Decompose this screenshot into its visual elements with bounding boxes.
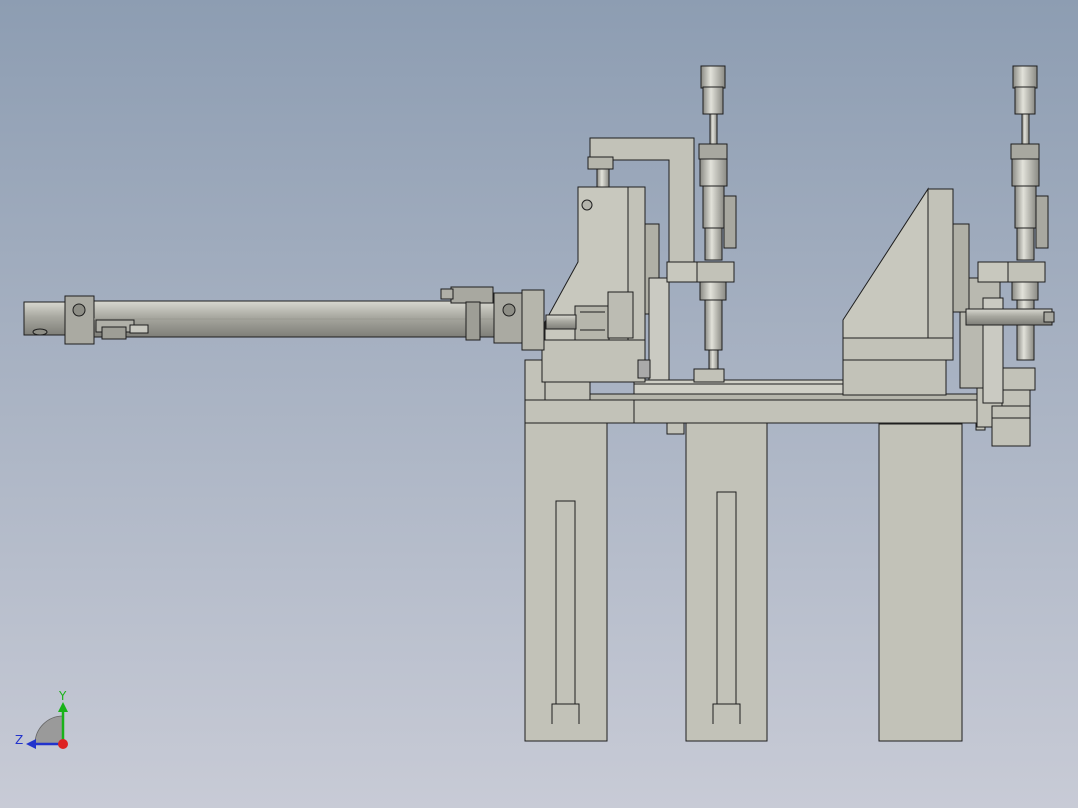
y-axis-label: Y [58, 689, 67, 703]
support-leg-left[interactable] [524, 422, 608, 742]
x-axis-dot [58, 739, 68, 749]
cad-viewport[interactable]: Y Z [0, 0, 1078, 808]
z-axis-label: Z [15, 733, 23, 747]
support-leg-right[interactable] [878, 423, 963, 742]
support-leg-middle[interactable] [685, 419, 768, 742]
model-canvas[interactable]: Y Z [0, 0, 1078, 808]
